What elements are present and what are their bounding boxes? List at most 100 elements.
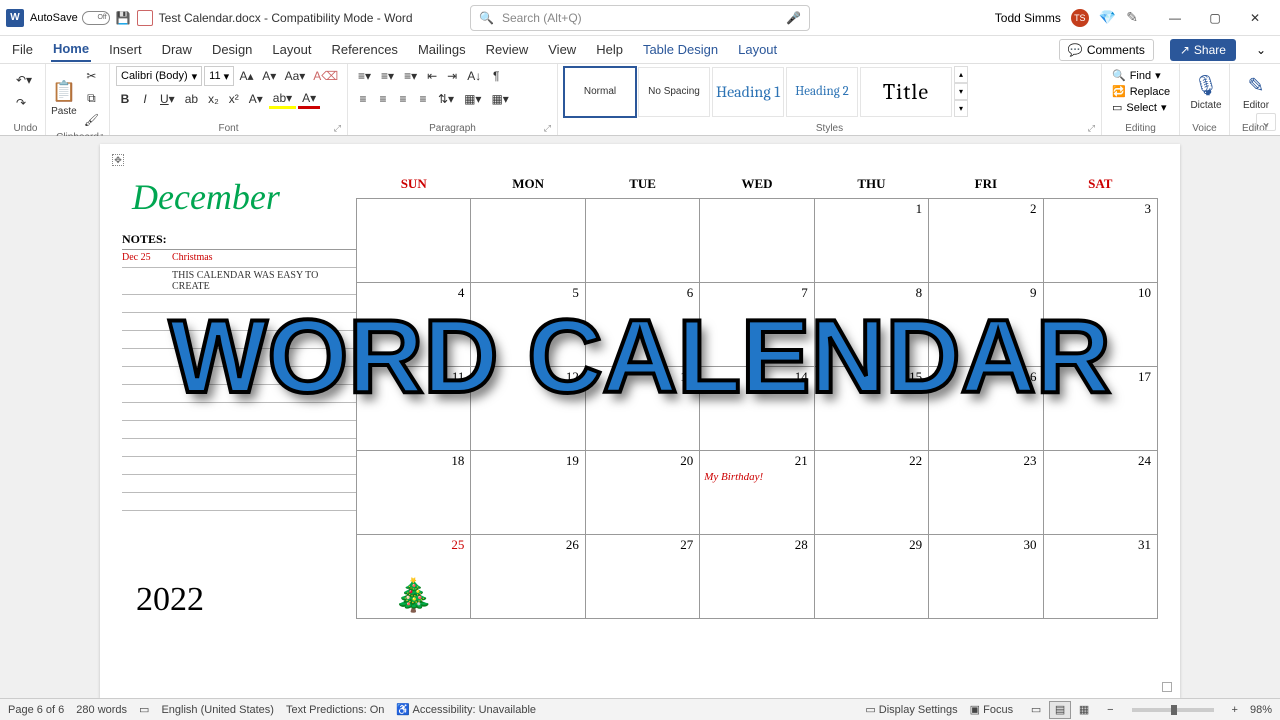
borders-button[interactable]: ▦▾ [487, 89, 512, 109]
note-row[interactable] [122, 331, 356, 349]
calendar-grid[interactable]: SUNMONTUEWEDTHUFRISAT 123456789101112131… [356, 172, 1158, 619]
calendar-cell[interactable]: 28 [700, 535, 814, 619]
inc-indent-button[interactable]: ⇥ [443, 66, 461, 86]
close-button[interactable]: ✕ [1236, 4, 1274, 32]
collapse-ribbon-icon[interactable]: ⌄ [1256, 113, 1276, 131]
search-input[interactable]: 🔍 Search (Alt+Q) 🎤 [470, 5, 810, 31]
calendar-cell[interactable]: 23 [929, 451, 1043, 535]
page-status[interactable]: Page 6 of 6 [8, 704, 64, 716]
calendar-cell[interactable]: 12 [471, 367, 585, 451]
read-mode-button[interactable]: ▭ [1025, 701, 1047, 719]
bullets-button[interactable]: ≡▾ [354, 66, 375, 86]
line-spacing-button[interactable]: ⇅▾ [434, 89, 458, 109]
shrink-font-button[interactable]: A▾ [259, 66, 280, 86]
style-heading2[interactable]: Heading 2 [786, 67, 858, 117]
calendar-cell[interactable]: 16 [929, 367, 1043, 451]
copy-button[interactable]: ⧉ [80, 88, 103, 108]
calendar-cell[interactable]: 26 [471, 535, 585, 619]
styles-launcher-icon[interactable]: ⤢ [1088, 123, 1095, 134]
paragraph-launcher-icon[interactable]: ⤢ [544, 123, 551, 134]
font-size-combo[interactable]: 11▾ [204, 66, 234, 86]
tab-home[interactable]: Home [51, 37, 91, 62]
strike-button[interactable]: ab [181, 89, 202, 109]
note-row[interactable] [122, 367, 356, 385]
superscript-button[interactable]: x² [225, 89, 243, 109]
calendar-cell[interactable]: 10 [1043, 283, 1157, 367]
calendar-cell[interactable]: 1 [814, 199, 928, 283]
justify-button[interactable]: ≡ [414, 89, 432, 109]
calendar-cell[interactable] [700, 199, 814, 283]
calendar-cell[interactable]: 3 [1043, 199, 1157, 283]
calendar-cell[interactable]: 6 [585, 283, 699, 367]
predictions-status[interactable]: Text Predictions: On [286, 704, 384, 716]
note-row[interactable]: THIS CALENDAR WAS EASY TO CREATE [122, 268, 356, 295]
calendar-cell[interactable]: 11 [357, 367, 471, 451]
calendar-cell[interactable]: 15 [814, 367, 928, 451]
calendar-cell[interactable]: 9 [929, 283, 1043, 367]
tab-insert[interactable]: Insert [107, 38, 144, 61]
dec-indent-button[interactable]: ⇤ [423, 66, 441, 86]
format-painter-button[interactable]: 🖌 [80, 110, 103, 130]
calendar-cell[interactable]: 30 [929, 535, 1043, 619]
tab-references[interactable]: References [329, 38, 399, 61]
numbering-button[interactable]: ≡▾ [377, 66, 398, 86]
underline-button[interactable]: U▾ [156, 89, 179, 109]
calendar-cell[interactable]: 27 [585, 535, 699, 619]
table-move-handle-icon[interactable]: ✥ [112, 154, 124, 166]
font-color-button[interactable]: A▾ [298, 89, 320, 109]
tab-view[interactable]: View [546, 38, 578, 61]
user-avatar[interactable]: TS [1071, 9, 1089, 27]
coming-soon-icon[interactable]: ✎ [1126, 9, 1138, 26]
calendar-cell[interactable] [471, 199, 585, 283]
style-normal[interactable]: Normal [564, 67, 636, 117]
note-row[interactable] [122, 475, 356, 493]
calendar-event[interactable]: My Birthday! [704, 471, 763, 483]
calendar-cell[interactable]: 19 [471, 451, 585, 535]
comments-button[interactable]: 💬 Comments [1059, 39, 1154, 61]
accessibility-status[interactable]: ♿ Accessibility: Unavailable [396, 703, 536, 716]
sort-button[interactable]: A↓ [463, 66, 485, 86]
word-count[interactable]: 280 words [76, 704, 127, 716]
dictate-button[interactable]: 🎙 Dictate [1186, 66, 1226, 118]
tab-layout[interactable]: Layout [270, 38, 313, 61]
calendar-cell[interactable]: 14 [700, 367, 814, 451]
page[interactable]: ✥ December NOTES: Dec 25 Christmas THIS … [100, 144, 1180, 698]
redo-button[interactable]: ↷ [12, 93, 30, 113]
font-name-combo[interactable]: Calibri (Body)▾ [116, 66, 202, 86]
clear-format-button[interactable]: A⌫ [310, 66, 341, 86]
calendar-cell[interactable]: 22 [814, 451, 928, 535]
minimize-button[interactable]: — [1156, 4, 1194, 32]
notes-column[interactable]: December NOTES: Dec 25 Christmas THIS CA… [122, 172, 356, 619]
note-row[interactable] [122, 493, 356, 511]
text-effects-button[interactable]: A▾ [245, 89, 267, 109]
language-status[interactable]: English (United States) [161, 704, 274, 716]
share-button[interactable]: ↗ Share [1170, 39, 1236, 61]
tab-table-layout[interactable]: Layout [736, 38, 779, 61]
show-marks-button[interactable]: ¶ [487, 66, 505, 86]
style-gallery-nav[interactable]: ▴▾▾ [954, 66, 968, 117]
shading-button[interactable]: ▦▾ [460, 89, 485, 109]
align-center-button[interactable]: ≡ [374, 89, 392, 109]
calendar-cell[interactable]: 21My Birthday! [700, 451, 814, 535]
notes-header[interactable]: NOTES: [122, 230, 356, 250]
editor-button[interactable]: ✎ Editor [1236, 66, 1276, 118]
zoom-in-button[interactable]: + [1232, 704, 1238, 716]
print-layout-button[interactable]: ▤ [1049, 701, 1071, 719]
tab-mailings[interactable]: Mailings [416, 38, 468, 61]
find-button[interactable]: 🔍Find▾ [1108, 68, 1173, 83]
calendar-cell[interactable] [585, 199, 699, 283]
note-row[interactable] [122, 439, 356, 457]
calendar-cell[interactable]: 29 [814, 535, 928, 619]
note-row[interactable] [122, 385, 356, 403]
web-layout-button[interactable]: ▦ [1073, 701, 1095, 719]
year-label[interactable]: 2022 [122, 573, 356, 619]
calendar-cell[interactable]: 17 [1043, 367, 1157, 451]
note-row[interactable] [122, 457, 356, 475]
note-row[interactable] [122, 349, 356, 367]
calendar-cell[interactable]: 25🎄 [357, 535, 471, 619]
tab-file[interactable]: File [10, 38, 35, 61]
month-title[interactable]: December [122, 172, 356, 230]
note-row[interactable] [122, 295, 356, 313]
tab-table-design[interactable]: Table Design [641, 38, 720, 61]
subscript-button[interactable]: x₂ [204, 89, 223, 109]
